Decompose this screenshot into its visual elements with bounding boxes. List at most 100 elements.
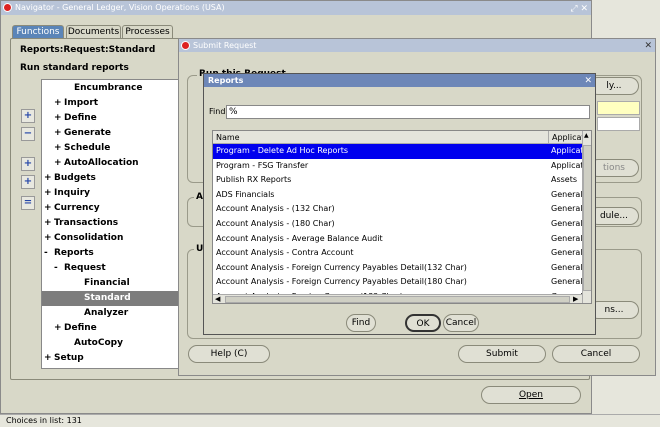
ok-button[interactable]: OK [405,314,441,332]
tree-item[interactable]: Encumbrance [42,81,180,96]
scroll-right-icon[interactable]: ▶ [573,295,578,303]
submit-request-title-bar[interactable]: Submit Request ✕ [179,39,655,52]
tree-item-label: Import [64,98,99,108]
expand-sign-icon[interactable]: + [44,186,52,201]
tree-item[interactable]: + Define [42,111,180,126]
scroll-up-icon[interactable]: ▲ [584,132,591,140]
collapse-all-icon[interactable]: = [21,196,35,210]
list-item[interactable]: Account Analysis - Foreign Currency Paya… [213,261,583,276]
cancel-button[interactable]: Cancel [443,314,479,332]
tree-item[interactable]: + Setup [42,351,180,366]
report-name: Account Analysis - Contra Account [216,248,354,258]
list-item[interactable]: Account Analysis - Average Balance Audit… [213,232,583,247]
tree-item[interactable]: + Inquiry [42,186,180,201]
collapse-sign-icon[interactable]: - [44,246,48,261]
tab-processes[interactable]: Processes [122,25,173,39]
parameters-field[interactable] [597,117,640,131]
request-name-field[interactable] [597,101,640,115]
schedule-button[interactable]: dule... [589,207,639,225]
list-item[interactable]: Publish RX Reports Assets [213,173,583,188]
report-name: Account Analysis - (132 Char) [216,204,335,214]
tree-item[interactable]: - Request [42,261,180,276]
expand-sign-icon[interactable]: + [54,111,62,126]
report-application: General [551,233,583,243]
list-item[interactable]: ADS Financials General [213,188,583,203]
tree-item[interactable]: + Import [42,96,180,111]
tree-item-label: Transactions [54,218,119,228]
window-controls-icon[interactable]: ⤢ ✕ [570,2,588,16]
report-application: General [551,204,583,214]
tree-item[interactable]: + Define [42,321,180,336]
list-item[interactable]: Program - FSG Transfer Applicati [213,159,585,174]
reports-title-bar[interactable]: Reports ✕ [204,74,595,87]
expand-sign-icon[interactable]: + [54,141,62,156]
tab-functions-label: Functions [16,27,60,37]
close-icon[interactable]: ✕ [584,75,592,88]
horizontal-scrollbar[interactable]: ◀ ▶ [213,294,582,303]
find-input[interactable] [226,105,590,119]
tree-item[interactable]: + Budgets [42,171,180,186]
tab-functions[interactable]: Functions [12,25,64,39]
scroll-left-icon[interactable]: ◀ [215,295,220,303]
expand-sign-icon[interactable]: + [54,96,62,111]
function-tree[interactable]: Encumbrance + Import + Define + Generate + Sched… [41,79,181,369]
tree-item[interactable]: - Reports [42,246,180,261]
vertical-scrollbar[interactable]: ▲ [582,131,591,303]
completion-options-button[interactable]: ns... [589,301,639,319]
tree-item[interactable]: + AutoAllocation [42,156,180,171]
list-item[interactable]: Account Analysis - Contra Account General [213,246,583,261]
tree-item[interactable]: + Schedule [42,141,180,156]
list-item[interactable]: Account Analysis - (180 Char) General [213,217,583,232]
copy-prior-label: ly... [606,81,622,91]
tree-item[interactable]: + Transactions [42,216,180,231]
find-button[interactable]: Find [346,314,376,332]
expand-branch-icon[interactable]: + [21,157,35,171]
tree-item[interactable]: AutoCopy [42,336,180,351]
expand-sign-icon[interactable]: + [54,126,62,141]
navigator-title-bar[interactable]: Navigator - General Ledger, Vision Opera… [1,1,591,15]
find-label: Find [209,107,226,116]
list-item[interactable]: Account Analysis - Foreign Currency Paya… [213,275,583,290]
tree-item-label: Consolidation [54,233,124,243]
collapse-sign-icon[interactable]: - [54,261,58,276]
collapse-icon[interactable]: − [21,127,35,141]
tree-item[interactable]: Standard [42,291,180,306]
help-button[interactable]: Help (C) [188,345,270,363]
expand-sign-icon[interactable]: + [44,171,52,186]
submit-button[interactable]: Submit [458,345,546,363]
tree-item[interactable]: + Consolidation [42,231,180,246]
expand-sign-icon[interactable]: + [54,156,62,171]
reports-list[interactable]: Name Applicati Program - Delete Ad Hoc R… [212,130,592,304]
expand-sign-icon[interactable]: + [44,201,52,216]
list-item[interactable]: Program - Delete Ad Hoc Reports Applicati [213,144,585,159]
tree-item[interactable]: Oth [42,366,180,368]
vertical-scroll-thumb[interactable] [583,145,591,291]
page-subtitle: Run standard reports [20,63,129,73]
open-button[interactable]: Open [481,386,581,404]
copy-prior-button[interactable]: ly... [589,77,639,95]
tree-item-label: AutoAllocation [64,158,139,168]
tab-documents[interactable]: Documents [66,25,121,39]
expand-sign-icon[interactable]: + [44,351,52,366]
expand-sign-icon[interactable]: + [44,231,52,246]
column-header-application[interactable]: Applicati [549,131,587,144]
expand-all-icon[interactable]: + [21,175,35,189]
tree-item[interactable]: + Currency [42,201,180,216]
options-button[interactable]: tions [589,159,639,177]
tree-item[interactable]: + Generate [42,126,180,141]
reports-rows: Program - Delete Ad Hoc Reports Applicati… [213,144,585,301]
tree-item[interactable]: Financial [42,276,180,291]
tree-item[interactable]: Analyzer [42,306,180,321]
column-header-name[interactable]: Name [213,131,549,144]
horizontal-scroll-thumb[interactable] [225,296,570,303]
expand-icon[interactable]: + [21,109,35,123]
help-button-label: Help (C) [210,349,248,359]
report-application: General [551,189,583,199]
report-application: General [551,248,583,258]
report-application: Applicati [551,160,585,170]
close-icon[interactable]: ✕ [644,40,652,53]
cancel-submit-button[interactable]: Cancel [552,345,640,363]
expand-sign-icon[interactable]: + [54,321,62,336]
list-item[interactable]: Account Analysis - (132 Char) General [213,202,583,217]
expand-sign-icon[interactable]: + [44,216,52,231]
